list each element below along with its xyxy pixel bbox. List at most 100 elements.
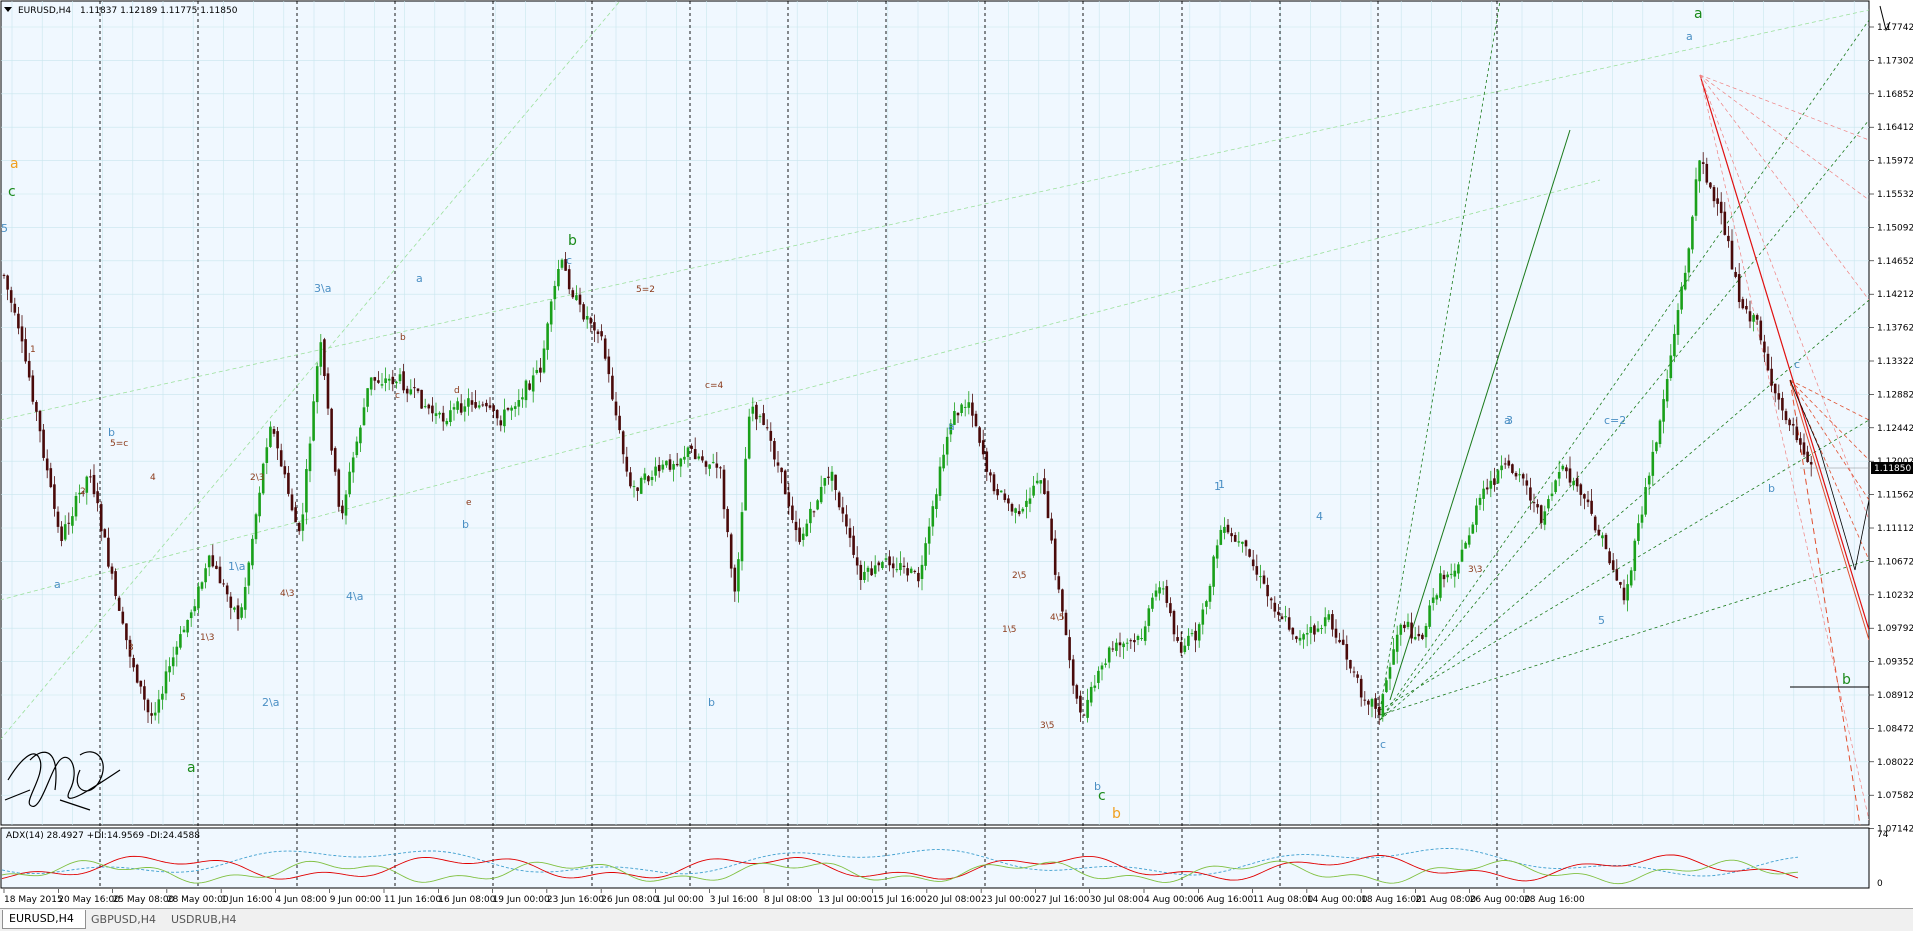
candle-body <box>1064 612 1068 636</box>
candle-body <box>1485 487 1489 490</box>
candle-body <box>1514 472 1518 477</box>
candle-body <box>1194 630 1197 641</box>
candle-body <box>175 646 179 655</box>
candle-body <box>1608 551 1611 564</box>
candle-body <box>1032 485 1035 496</box>
chart-area[interactable]: acbcabab5ab1\a2\a3\a4\aabcbab1c1a c=2345a… <box>0 0 1913 930</box>
candle-body <box>269 426 272 447</box>
candle-body <box>99 504 103 532</box>
candle-body <box>373 377 377 381</box>
tab-gbpusd[interactable]: GBPUSD,H4 <box>84 910 168 930</box>
candle-body <box>1320 628 1323 630</box>
price-label: 1.13322 <box>1877 357 1913 367</box>
wave-label-blue: b <box>1768 482 1775 495</box>
price-scale-bg[interactable] <box>1870 0 1913 890</box>
candle-body <box>20 326 24 342</box>
candle-body <box>1071 659 1075 686</box>
candle-body <box>859 564 863 580</box>
candle-body <box>747 416 751 459</box>
price-label: 1.12442 <box>1877 424 1913 434</box>
candle-body <box>722 469 726 510</box>
candle-body <box>1291 627 1295 635</box>
candle-body <box>1518 474 1521 476</box>
candle-body <box>326 373 330 409</box>
candle-body <box>1377 706 1381 716</box>
candle-body <box>1413 636 1417 640</box>
price-label: 1.14212 <box>1877 290 1913 300</box>
candle-body <box>1183 645 1187 653</box>
candle-body <box>362 407 366 426</box>
candle-body <box>1187 635 1190 646</box>
candle-body <box>740 512 744 562</box>
candle-body <box>783 470 787 495</box>
candle-body <box>1230 533 1233 537</box>
candle-body <box>809 508 812 524</box>
wave-label-blue: 1\a <box>228 560 245 573</box>
candle-body <box>186 619 189 633</box>
candle-body <box>1543 511 1547 525</box>
price-label: 1.07582 <box>1877 791 1913 801</box>
candle-body <box>1154 590 1158 597</box>
candle-body <box>402 371 405 391</box>
candle-body <box>1507 460 1511 466</box>
candle-body <box>611 375 614 400</box>
candle-body <box>1255 566 1259 575</box>
wave-label-brown: 1 <box>30 345 36 355</box>
candle-body <box>899 563 902 571</box>
candle-body <box>1457 564 1460 574</box>
candle-body <box>1226 524 1230 533</box>
candle-body <box>114 571 117 596</box>
tab-eurusd[interactable]: EURUSD,H4 <box>2 910 86 929</box>
candle-body <box>924 543 927 566</box>
candle-body <box>848 527 852 538</box>
candle-body <box>683 456 686 460</box>
wave-label-brown: 3\3 <box>1468 565 1482 575</box>
candle-body <box>204 568 207 583</box>
adx-label: ADX(14) 28.4927 +DI:14.9569 -DI:24.4588 <box>6 831 200 841</box>
candle-body <box>297 522 301 532</box>
candle-body <box>693 449 697 460</box>
tab-usdrub[interactable]: USDRUB,H4 <box>164 910 248 930</box>
candle-body <box>1655 442 1658 452</box>
candle-body <box>1431 597 1435 603</box>
candle-body <box>1118 642 1122 646</box>
candle-body <box>1590 500 1593 514</box>
candle-body <box>1104 663 1107 665</box>
candle-body <box>1172 611 1176 635</box>
candle-body <box>1208 585 1212 602</box>
candle-body <box>369 377 373 390</box>
candle-body <box>308 443 312 472</box>
candle-body <box>431 405 434 414</box>
candle-body <box>510 407 513 411</box>
price-label: 1.08022 <box>1877 758 1913 768</box>
candle-body <box>729 534 733 569</box>
candle-body <box>1158 587 1161 594</box>
candle-body <box>150 713 153 716</box>
candle-body <box>960 404 963 413</box>
candle-body <box>585 315 589 320</box>
candle-body <box>1626 584 1629 601</box>
candle-body <box>852 535 855 555</box>
candle-body <box>765 427 769 429</box>
price-label: 1.15532 <box>1877 190 1913 200</box>
candle-body <box>1547 499 1550 509</box>
candle-body <box>1453 570 1457 577</box>
time-label: 11 Aug 08:00 <box>1253 895 1314 905</box>
candle-body <box>467 398 470 407</box>
candle-body <box>816 500 819 510</box>
wave-label-blue: c <box>1794 358 1800 371</box>
time-label: 30 Jul 08:00 <box>1090 895 1144 905</box>
time-label: 9 Jun 00:00 <box>330 895 382 905</box>
candle-body <box>67 522 71 524</box>
candle-body <box>474 402 477 408</box>
candle-body <box>845 514 848 527</box>
candle-body <box>1201 609 1205 625</box>
current-price-tag: 1.11850 <box>1874 464 1911 474</box>
candle-body <box>1352 671 1356 673</box>
candle-body <box>1179 642 1183 653</box>
candle-body <box>254 514 258 540</box>
time-label: 23 Jun 16:00 <box>547 895 604 905</box>
candle-body <box>1464 542 1467 549</box>
candle-body <box>668 459 672 470</box>
candle-body <box>553 285 557 300</box>
